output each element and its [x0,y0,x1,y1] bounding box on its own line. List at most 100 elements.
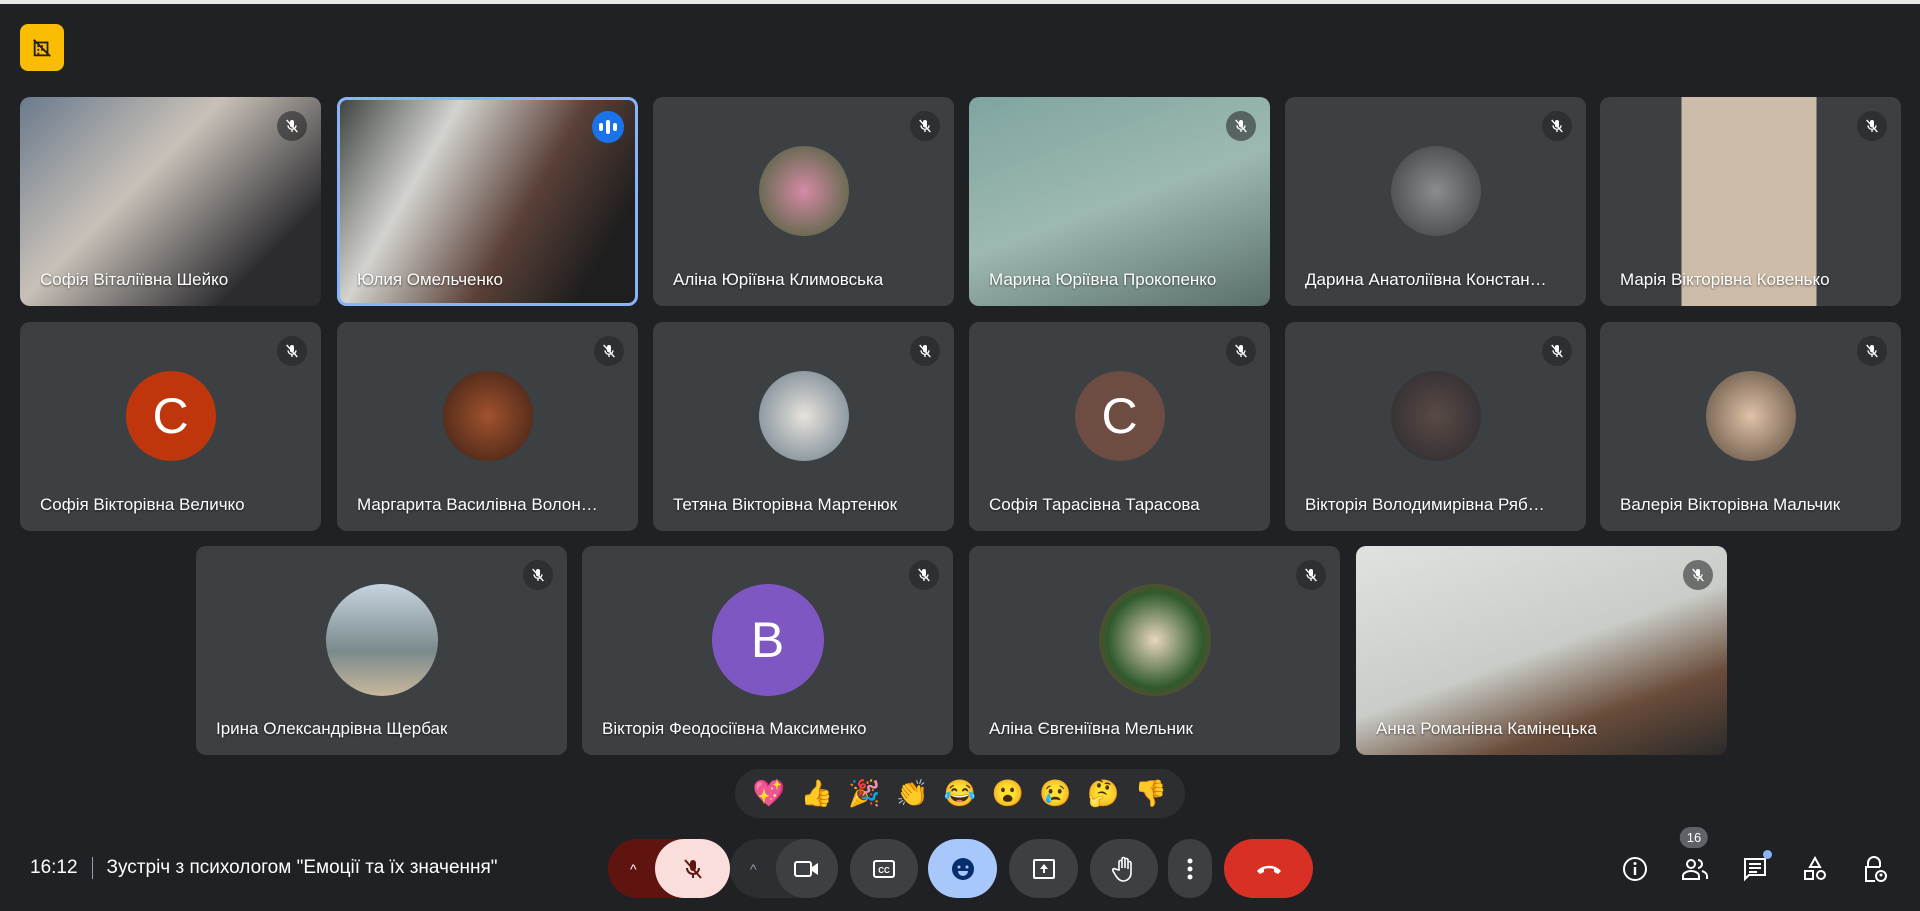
divider [91,857,93,879]
avatar [442,371,533,462]
raise-hand-button[interactable] [1090,839,1158,898]
reaction-button[interactable]: 😢 [1039,778,1071,809]
avatar [758,146,849,237]
avatar [1705,371,1796,462]
avatar: B [711,584,824,697]
mic-off-icon[interactable] [655,839,730,898]
mic-off-icon [1542,336,1572,366]
svg-text:CC: CC [878,866,890,875]
meet-stage: Софія Віталіївна Шейко Юлия Омельченко Алі… [0,0,1920,911]
participant-tile[interactable]: Ірина Олександрівна Щербак [196,546,567,755]
emoji-icon [951,857,974,880]
captions-icon: CC [873,859,895,878]
participant-name: Марина Юріївна Прокопенко [989,270,1217,289]
participant-name: Марія Вікторівна Ковенько [1620,270,1830,289]
participant-name: Вікторія Феодосіївна Максименко [602,719,867,738]
participant-name: Вікторія Володимирівна Ряб… [1305,495,1545,514]
avatar [1390,371,1481,462]
chevron-up-icon[interactable]: ^ [630,861,637,877]
info-icon[interactable] [1620,854,1650,884]
meeting-details: 16:12 Зустріч з психологом "Емоції та їх… [30,857,498,879]
mic-off-icon [1857,111,1887,141]
reaction-button[interactable]: 👎 [1135,778,1167,809]
participant-tile[interactable]: Аліна Євгеніївна Мельник [969,546,1340,755]
reaction-button[interactable]: 👍 [800,778,832,809]
mic-off-icon [594,336,624,366]
people-icon[interactable] [1680,854,1710,884]
mic-off-icon [910,111,940,141]
mic-off-icon [1296,560,1326,590]
participant-tile[interactable]: B Вікторія Феодосіївна Максименко [582,546,953,755]
mic-off-icon [523,560,553,590]
participant-name: Аліна Юріївна Климовська [673,270,884,289]
avatar: C [1074,371,1165,462]
unread-dot [1763,850,1772,859]
participant-tile[interactable]: Маргарита Василівна Волон… [337,322,638,531]
mic-off-icon [910,336,940,366]
raise-hand-icon [1112,856,1132,882]
participant-name: Юлия Омельченко [357,270,503,289]
participant-tile[interactable]: Юлия Омельченко [337,97,638,306]
chevron-up-icon[interactable]: ^ [750,861,757,877]
reaction-button[interactable]: 👏 [896,778,928,809]
pin-off-icon[interactable] [20,24,64,71]
participant-name: Дарина Анатоліївна Констан… [1305,270,1547,289]
present-button[interactable] [1009,839,1078,898]
reaction-button[interactable]: 🤔 [1087,778,1119,809]
reactions-bar: 💖 👍 🎉 👏 😂 😮 😢 🤔 👎 [735,769,1185,818]
participant-name: Ірина Олександрівна Щербак [216,719,448,738]
captions-button[interactable]: CC [850,839,918,898]
reaction-button[interactable]: 💖 [753,778,785,809]
participant-tile[interactable]: Марія Вікторівна Ковенько [1600,97,1901,306]
mic-off-icon [1542,111,1572,141]
avatar [1390,146,1481,237]
participant-tile[interactable]: Валерія Вікторівна Мальчик [1600,322,1901,531]
participant-name: Валерія Вікторівна Мальчик [1620,495,1841,514]
emoji-button[interactable] [928,839,997,898]
participant-tile[interactable]: Софія Віталіївна Шейко [20,97,321,306]
activities-icon[interactable] [1800,854,1830,884]
camera-control-group: ^ [730,839,838,898]
more-options-button[interactable] [1168,839,1212,898]
meeting-title: Зустріч з психологом "Емоції та їх значе… [106,857,498,878]
avatar: C [125,371,216,462]
mic-control-group: ^ [608,839,730,898]
present-icon [1032,858,1055,879]
call-end-icon [1256,865,1281,874]
speaking-indicator-icon [592,111,624,143]
more-vert-icon [1187,858,1193,879]
participant-tile[interactable]: C Софія Вікторівна Величко [20,322,321,531]
mic-off-icon [1857,336,1887,366]
host-controls-icon[interactable] [1860,854,1890,884]
participant-name: Софія Вікторівна Величко [40,495,245,514]
meeting-time: 16:12 [30,857,78,878]
avatar [758,371,849,462]
participant-tile[interactable]: C Софія Тарасівна Тарасова [969,322,1270,531]
videocam-icon[interactable] [776,839,838,898]
leave-call-button[interactable] [1224,839,1313,898]
reaction-button[interactable]: 😮 [992,778,1024,809]
participant-tile[interactable]: Аліна Юріївна Климовська [653,97,954,306]
participant-tile[interactable]: Анна Романівна Камінецька [1356,546,1727,755]
participant-count-badge: 16 [1679,827,1709,848]
participant-name: Маргарита Василівна Волон… [357,495,598,514]
participant-tile[interactable]: Дарина Анатоліївна Констан… [1285,97,1586,306]
participant-name: Анна Романівна Камінецька [1376,719,1597,738]
mic-off-icon [909,560,939,590]
avatar [1098,584,1211,697]
participant-tile[interactable]: Марина Юріївна Прокопенко [969,97,1270,306]
reaction-button[interactable]: 😂 [944,778,976,809]
reaction-button[interactable]: 🎉 [848,778,880,809]
mic-off-icon [277,336,307,366]
mic-off-icon [1226,336,1256,366]
avatar [325,584,438,697]
participant-name: Тетяна Вікторівна Мартенюк [673,495,898,514]
mic-off-icon [1683,560,1713,590]
mic-off-icon [1226,111,1256,141]
participant-name: Аліна Євгеніївна Мельник [989,719,1193,738]
participant-tile[interactable]: Тетяна Вікторівна Мартенюк [653,322,954,531]
participant-name: Софія Віталіївна Шейко [40,270,229,289]
participant-tile[interactable]: Вікторія Володимирівна Ряб… [1285,322,1586,531]
mic-off-icon [277,111,307,141]
chat-icon[interactable] [1740,850,1772,884]
